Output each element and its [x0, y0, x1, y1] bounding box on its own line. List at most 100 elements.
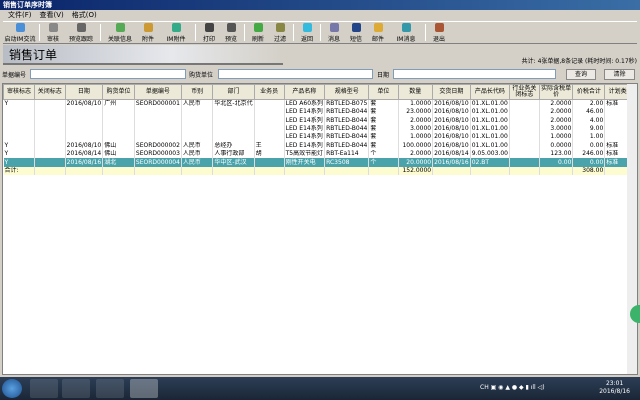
table-row[interactable]: Y 2016/08/16 湖北 SEORD000004 人民币 华中区-武汉 刚性开关电 RC… [3, 158, 637, 167]
column-header[interactable]: 单位 [368, 84, 399, 100]
column-header[interactable]: 价税合计 [572, 84, 606, 100]
table-cell: LED E14系列 [284, 124, 326, 134]
bill-no-input[interactable] [30, 69, 186, 79]
column-header[interactable]: 审核标志 [3, 84, 35, 100]
table-cell: 套 [368, 124, 399, 134]
toolbar-icon [434, 22, 444, 32]
taskbar-media[interactable] [62, 379, 90, 398]
taskbar: CH ▣ ◉ ▲ ● ◆ ▮ ıll ◁) 23:01 2016/8/16 [0, 377, 640, 400]
table-cell [509, 133, 540, 142]
total-cell [181, 166, 214, 176]
toolbar-icon [226, 22, 236, 32]
table-row[interactable]: Y 2016/08/10 广州 SEORD000001 人民币 华北区-北京代 LED A6… [3, 99, 637, 108]
table-cell: LED E14系列 [284, 116, 326, 125]
table-cell: 01.XL.01.00 [470, 141, 510, 150]
total-cell [254, 166, 285, 176]
table-cell [102, 133, 135, 142]
column-header[interactable]: 产品长代码 [469, 84, 510, 100]
table-row[interactable]: Y 2016/08/14 佛山 SEORD000003 人民币 人事行政部胡 T5高效节能灯… [3, 149, 637, 159]
column-header[interactable]: 数量 [397, 84, 434, 100]
total-cell: 152.0000 [398, 166, 434, 176]
menu-format[interactable]: 格式(O) [72, 10, 97, 21]
table-cell: 王 [254, 141, 285, 150]
taskbar-explorer[interactable] [30, 379, 58, 398]
taskbar-app[interactable] [130, 379, 158, 398]
search-button[interactable]: 查询 [566, 69, 596, 80]
customer-input[interactable] [218, 69, 373, 79]
toolbar-label: 预览 [224, 35, 237, 43]
toolbar-button-15[interactable]: 退出 [428, 22, 450, 43]
toolbar-button-1[interactable]: 审核 [42, 22, 64, 43]
total-cell [509, 166, 540, 176]
table-row[interactable]: LED E14系列 RBTLED-B044 套 2.0000 2016/08/10 01.… [3, 116, 637, 125]
column-header[interactable]: 实际含税单价 [538, 84, 574, 100]
toolbar-button-14[interactable]: IM消息 [389, 22, 423, 43]
table-cell: 人事行政部 [212, 149, 255, 159]
toolbar-button-2[interactable]: 预览跟踪 [64, 22, 98, 43]
column-header[interactable]: 单据编号 [133, 84, 182, 100]
table-cell: Y [3, 158, 35, 167]
table-cell: 套 [368, 133, 399, 142]
table-cell: 2016/08/10 [65, 99, 104, 108]
language-indicator[interactable]: CH [480, 384, 489, 391]
table-row[interactable]: LED E14系列 RBTLED-B044 套 3.0000 2016/08/10 01.… [3, 124, 637, 134]
column-header[interactable]: 产品名称 [283, 84, 326, 100]
toolbar-button-10[interactable]: 返回 [296, 22, 318, 43]
table-cell: Y [3, 149, 35, 159]
start-button[interactable] [2, 379, 22, 398]
date-input[interactable] [393, 69, 556, 79]
toolbar-button-3[interactable]: 关联信息 [103, 22, 137, 43]
table-cell: 2016/08/14 [432, 149, 471, 159]
toolbar-button-0[interactable]: 启动IM交流 [3, 22, 37, 43]
toolbar-button-6[interactable]: 打印 [198, 22, 220, 43]
toolbar-button-4[interactable]: 附件 [137, 22, 159, 43]
column-header[interactable]: 部门 [212, 84, 255, 100]
column-header[interactable]: 日期 [64, 84, 104, 100]
column-header[interactable]: 交货日期 [432, 84, 471, 100]
toolbar-button-9[interactable]: 过滤 [269, 22, 291, 43]
toolbar-icon [329, 22, 339, 32]
table-cell: RBTLED-B044 [324, 141, 370, 150]
table-cell: 1.0000 [539, 133, 574, 142]
toolbar-label: 短信 [349, 35, 362, 43]
toolbar-button-7[interactable]: 预览 [220, 22, 242, 43]
vertical-scrollbar[interactable] [627, 84, 637, 374]
column-header[interactable]: 行业务关闭标志 [508, 84, 540, 100]
clock[interactable]: 23:01 2016/8/16 [599, 380, 630, 396]
toolbar-button-12[interactable]: 短信 [345, 22, 367, 43]
column-header[interactable]: 规格型号 [324, 84, 370, 100]
column-header[interactable]: 关闭标志 [33, 84, 66, 100]
table-cell [102, 108, 135, 117]
clear-button[interactable]: 清除 [604, 69, 635, 80]
table-cell: SEORD000002 [134, 141, 182, 150]
toolbar-button-5[interactable]: IM附件 [159, 22, 193, 43]
total-cell [432, 166, 471, 176]
menu-file[interactable]: 文件(F) [8, 10, 32, 21]
total-cell [284, 166, 326, 176]
table-cell: 套 [368, 108, 399, 117]
table-cell [254, 133, 285, 142]
table-cell: 刚性开关电 [284, 158, 326, 167]
menu-view[interactable]: 查看(V) [40, 10, 64, 21]
table-cell: 2016/08/10 [65, 141, 104, 150]
table-cell: 3.0000 [398, 124, 434, 134]
column-header[interactable]: 业务员 [253, 84, 285, 100]
table-row[interactable]: LED E14系列 RBTLED-B044 套 1.0000 2016/08/10 01.… [3, 133, 637, 142]
table-cell [65, 133, 104, 142]
toolbar-icon [115, 22, 125, 32]
toolbar-button-8[interactable]: 刷新 [247, 22, 269, 43]
table-cell [34, 108, 66, 117]
table-row[interactable]: Y 2016/08/10 佛山 SEORD000002 人民币 总经办王 LED E14系列… [3, 141, 637, 150]
table-cell [134, 133, 182, 142]
column-header[interactable]: 币别 [180, 84, 214, 100]
table-row[interactable]: LED E14系列 RBTLED-B044 套 23.0000 2016/08/10 01… [3, 108, 637, 117]
taskbar-kingdee[interactable] [96, 379, 124, 398]
column-header[interactable]: 购货单位 [102, 84, 135, 100]
toolbar-button-13[interactable]: 邮件 [367, 22, 389, 43]
toolbar-button-11[interactable]: 消息 [323, 22, 345, 43]
toolbar-label: 审核 [46, 35, 59, 43]
table-cell [509, 149, 540, 159]
toolbar-icon [275, 22, 285, 32]
toolbar-icon [302, 22, 312, 32]
table-cell: 9.00 [572, 124, 606, 134]
